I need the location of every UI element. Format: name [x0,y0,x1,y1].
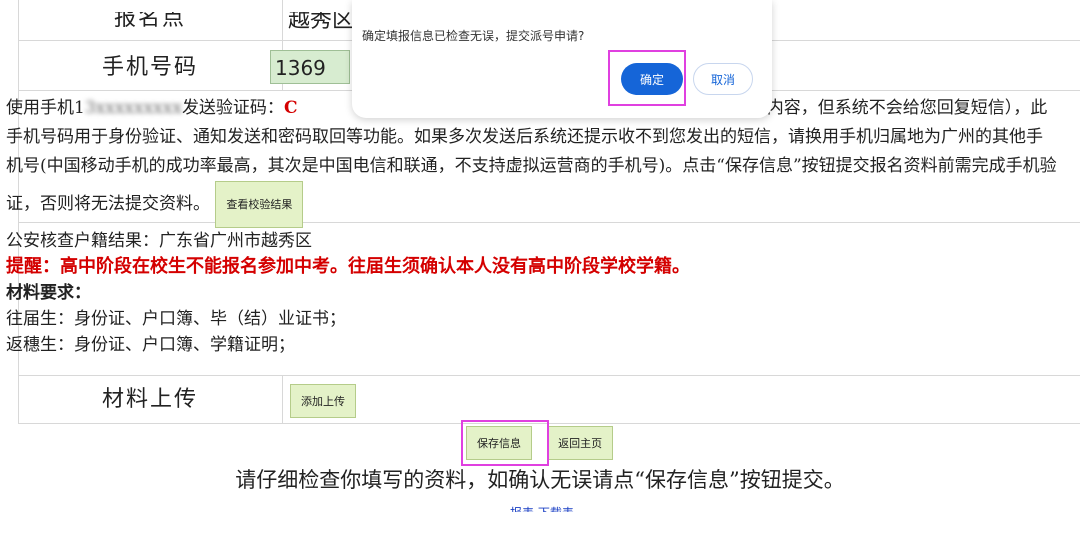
confirm-dialog: 确定填报信息已检查无误，提交派号申请? 确定 取消 [352,0,772,118]
materials-title: 材料要求： [6,283,91,303]
check-result-button[interactable]: 查看校验结果 [215,181,304,228]
instruction-middle: 发送验证码： [181,98,284,118]
warning-text: 提醒：高中阶段在校生不能报名参加中考。往届生须确认本人没有高中阶段学校学籍。 [6,256,690,277]
form-actions: 保存信息 返回主页 [466,426,623,460]
phone-input[interactable]: 1369 [270,50,350,84]
verification-code: C [283,98,298,118]
upload-label: 材料上传 [101,387,198,412]
masked-phone-number: 3xxxxxxxxx [84,98,182,118]
download-link[interactable]: 报表 下载表 [510,506,574,512]
save-info-button[interactable]: 保存信息 [466,426,532,460]
confirm-cancel-button[interactable]: 取消 [693,63,753,95]
household-result: 公安核查户籍结果：广东省广州市越秀区 [6,231,312,251]
household-info: 公安核查户籍结果：广东省广州市越秀区 提醒：高中阶段在校生不能报名参加中考。往届… [6,228,1056,358]
registration-site-label: 报名点 [113,6,186,31]
registration-site-value: 越秀区 [288,8,355,33]
divider [18,375,1080,376]
confirm-ok-button[interactable]: 确定 [621,63,683,95]
divider [282,375,283,423]
materials-line-returning-students: 返穗生：身份证、户口簿、学籍证明； [6,335,295,355]
submit-hint: 请仔细检查你填写的资料，如确认无误请点“保存信息”按钮提交。 [235,468,845,492]
materials-line-former-students: 往届生：身份证、户口簿、毕（结）业证书； [6,309,346,329]
dialog-message: 确定填报信息已检查无误，提交派号申请? [362,29,585,43]
instruction-prefix: 使用手机1 [6,98,85,118]
add-upload-button[interactable]: 添加上传 [290,384,356,418]
back-home-button[interactable]: 返回主页 [547,426,614,460]
divider [18,423,1080,424]
phone-label: 手机号码 [101,55,198,80]
